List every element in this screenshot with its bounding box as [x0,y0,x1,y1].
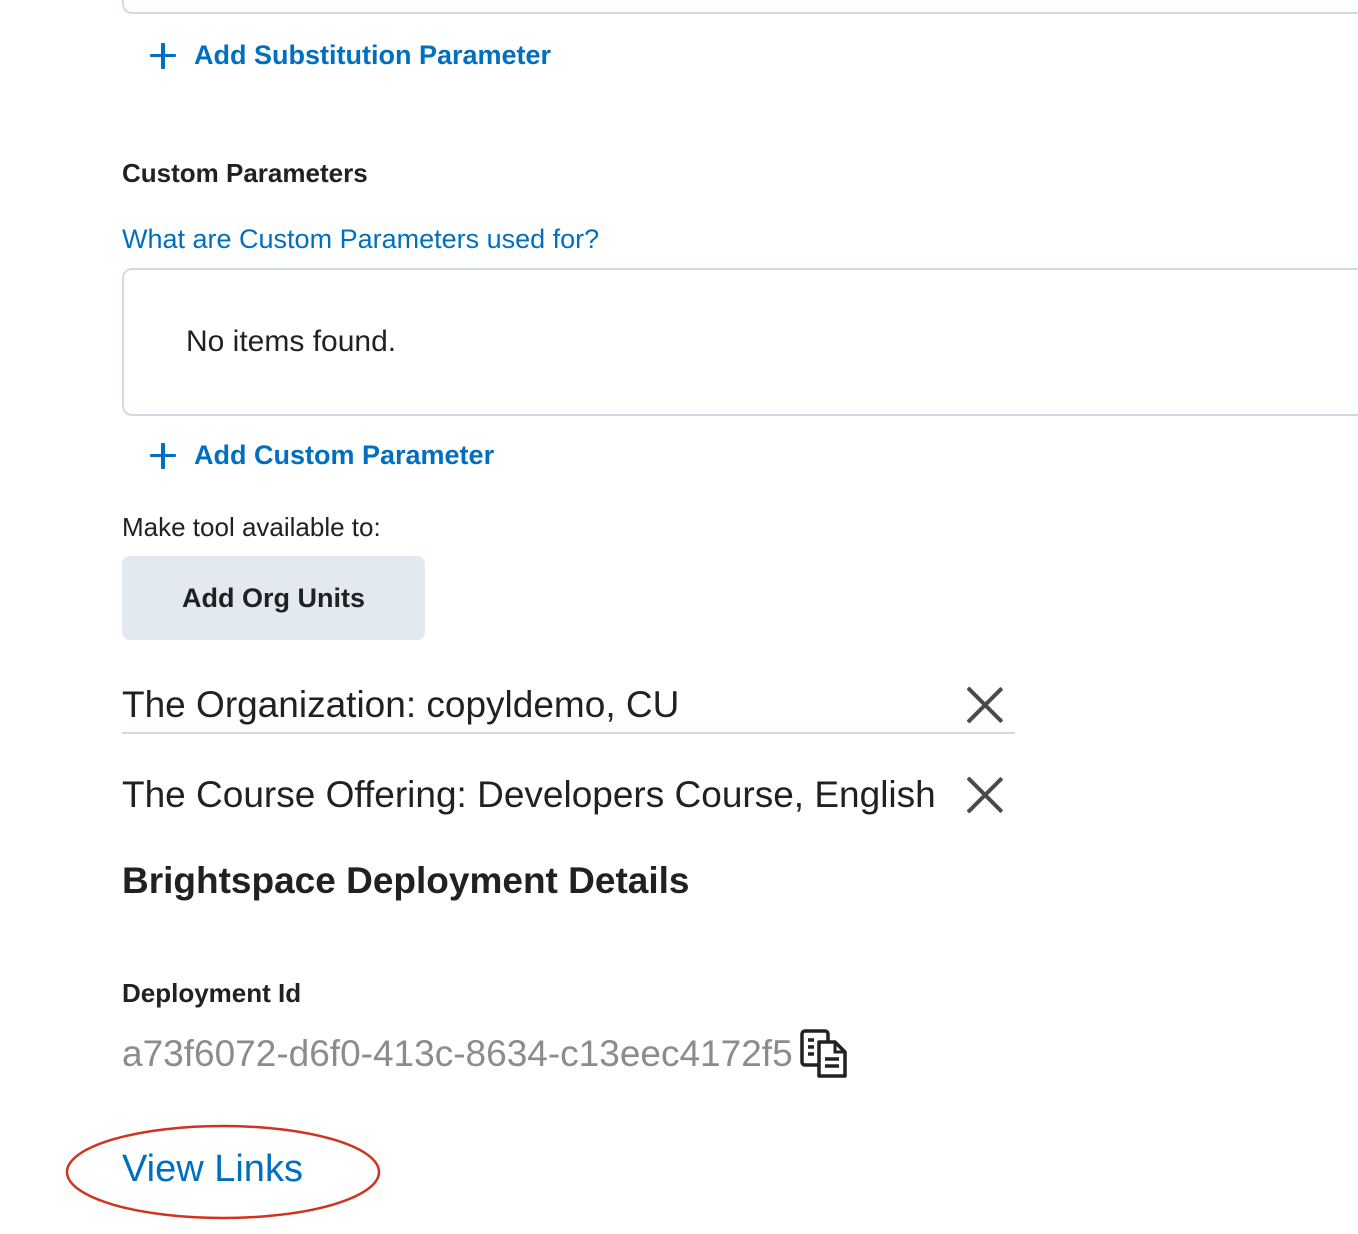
close-icon[interactable] [965,775,1005,815]
custom-parameters-list: No items found. [122,268,1358,416]
add-custom-parameter-button[interactable]: Add Custom Parameter [150,440,494,471]
add-substitution-parameter-label: Add Substitution Parameter [194,40,552,70]
plus-icon [150,42,176,69]
deployment-id-label: Deployment Id [122,978,302,1008]
deployment-id-row: a73f6072-d6f0-413c-8634-c13eec4172f5 [122,1028,849,1080]
substitution-parameters-box [122,0,1358,14]
custom-parameters-heading: Custom Parameters [122,158,368,188]
org-unit-item: The Organization: copyldemo, CU [122,678,1015,734]
page: Add Substitution Parameter Custom Parame… [0,0,1358,1234]
deployment-id-value: a73f6072-d6f0-413c-8634-c13eec4172f5 [122,1033,793,1074]
availability-label: Make tool available to: [122,512,381,542]
copy-icon[interactable] [799,1028,849,1080]
add-org-units-button[interactable]: Add Org Units [122,556,425,640]
close-icon[interactable] [965,685,1005,725]
org-unit-label: The Course Offering: Developers Course, … [122,774,936,815]
add-custom-parameter-label: Add Custom Parameter [194,440,495,470]
org-unit-label: The Organization: copyldemo, CU [122,684,680,725]
add-substitution-parameter-button[interactable]: Add Substitution Parameter [150,40,551,71]
view-links-link[interactable]: View Links [122,1148,303,1191]
deployment-details-heading: Brightspace Deployment Details [122,860,690,901]
custom-parameters-help-link[interactable]: What are Custom Parameters used for? [122,224,599,255]
empty-state-text: No items found. [186,325,397,358]
plus-icon [150,442,176,469]
org-unit-item: The Course Offering: Developers Course, … [122,770,1015,820]
